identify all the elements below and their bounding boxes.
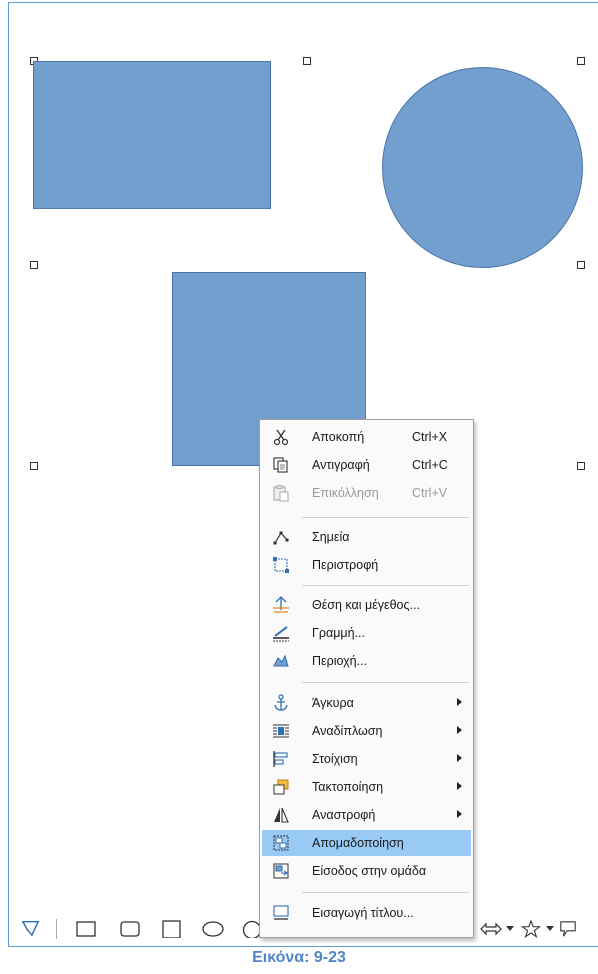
insert-caption-icon [273, 905, 289, 920]
menu-separator [302, 682, 469, 683]
menu-item-align[interactable]: Στοίχιση [262, 746, 471, 772]
copy-icon [273, 457, 288, 473]
menu-item-flip[interactable]: Αναστροφή [262, 802, 471, 828]
wrap-icon [273, 724, 289, 738]
ellipse-tool-icon[interactable] [202, 920, 224, 938]
menu-item-position-size[interactable]: Θέση και μέγεθος... [262, 592, 471, 618]
dropdown-arrow-icon[interactable] [546, 926, 554, 944]
selection-handle-middle-left[interactable] [30, 261, 38, 269]
align-icon [273, 751, 288, 767]
menu-item-copy[interactable]: Αντιγραφή Ctrl+C [262, 452, 471, 478]
double-arrow-tool-icon[interactable] [480, 920, 502, 938]
star-tool-icon[interactable] [520, 920, 542, 938]
line-icon [273, 626, 289, 642]
selection-handle-top-right[interactable] [577, 57, 585, 65]
menu-item-label: Αναστροφή [312, 808, 376, 822]
menu-item-shortcut: Ctrl+C [412, 458, 448, 472]
figure-caption: Εικόνα: 9-23 [252, 949, 346, 966]
menu-item-label: Είσοδος στην ομάδα [312, 864, 427, 878]
ungroup-icon [273, 835, 289, 851]
menu-separator [302, 517, 469, 518]
circle-shape[interactable] [382, 67, 583, 268]
selection-handle-top-center[interactable] [303, 57, 311, 65]
menu-item-rotate[interactable]: Περιστροφή [262, 552, 471, 578]
selection-handle-bottom-left[interactable] [30, 462, 38, 470]
menu-item-label: Σημεία [312, 530, 350, 544]
menu-item-label: Αντιγραφή [312, 458, 370, 472]
menu-item-shortcut: Ctrl+X [412, 430, 448, 444]
menu-separator [302, 585, 469, 586]
paste-icon [273, 485, 289, 502]
menu-item-cut[interactable]: Αποκοπή Ctrl+X [262, 424, 471, 450]
select-tool-icon[interactable] [20, 919, 42, 937]
area-icon [273, 654, 289, 667]
menu-item-enter-group[interactable]: Είσοδος στην ομάδα [262, 858, 471, 884]
menu-item-line[interactable]: Γραμμή... [262, 620, 471, 646]
rectangle-tool-icon[interactable] [76, 920, 96, 938]
rotate-icon [273, 557, 289, 573]
arrange-icon [273, 779, 289, 795]
submenu-arrow-icon [457, 726, 462, 734]
menu-item-label: Επικόλληση [312, 486, 379, 500]
menu-item-label: Τακτοποίηση [312, 780, 384, 794]
selection-handle-middle-right[interactable] [577, 261, 585, 269]
selection-handle-bottom-right[interactable] [577, 462, 585, 470]
menu-item-anchor[interactable]: Άγκυρα [262, 690, 471, 716]
points-icon [273, 531, 289, 545]
menu-item-label: Θέση και μέγεθος... [312, 598, 420, 612]
submenu-arrow-icon [457, 810, 462, 818]
menu-item-wrap[interactable]: Αναδίπλωση [262, 718, 471, 744]
square-tool-icon[interactable] [162, 920, 182, 938]
menu-item-paste: Επικόλληση Ctrl+V [262, 480, 471, 506]
menu-separator [302, 892, 469, 893]
cut-icon [273, 429, 289, 446]
menu-item-shortcut: Ctrl+V [412, 486, 448, 500]
menu-item-insert-caption[interactable]: Εισαγωγή τίτλου... [262, 900, 471, 926]
submenu-arrow-icon [457, 782, 462, 790]
submenu-arrow-icon [457, 754, 462, 762]
menu-item-arrange[interactable]: Τακτοποίηση [262, 774, 471, 800]
menu-item-area[interactable]: Περιοχή... [262, 648, 471, 674]
menu-item-label: Περιοχή... [312, 654, 368, 668]
submenu-arrow-icon [457, 698, 462, 706]
menu-item-label: Αποκοπή [312, 430, 365, 444]
toolbar-divider [56, 919, 57, 939]
menu-item-ungroup[interactable]: Απομαδοποίηση [262, 830, 471, 856]
enter-group-icon [273, 863, 289, 879]
menu-item-label: Στοίχιση [312, 752, 358, 766]
rounded-rectangle-tool-icon[interactable] [120, 920, 140, 938]
menu-item-label: Γραμμή... [312, 626, 365, 640]
menu-item-label: Απομαδοποίηση [312, 836, 404, 850]
flip-icon [274, 807, 289, 823]
position-size-icon [273, 596, 289, 613]
menu-item-label: Περιστροφή [312, 558, 379, 572]
context-menu: Αποκοπή Ctrl+X Αντιγραφή Ctrl+C Επικόλλη… [259, 419, 474, 938]
dropdown-arrow-icon[interactable] [506, 926, 514, 944]
menu-item-label: Αναδίπλωση [312, 724, 383, 738]
anchor-icon [274, 694, 288, 711]
menu-item-label: Άγκυρα [312, 696, 354, 710]
menu-item-label: Εισαγωγή τίτλου... [312, 906, 414, 920]
menu-item-points[interactable]: Σημεία [262, 524, 471, 550]
rectangle-shape[interactable] [33, 61, 271, 209]
callout-tool-icon[interactable] [558, 920, 578, 938]
